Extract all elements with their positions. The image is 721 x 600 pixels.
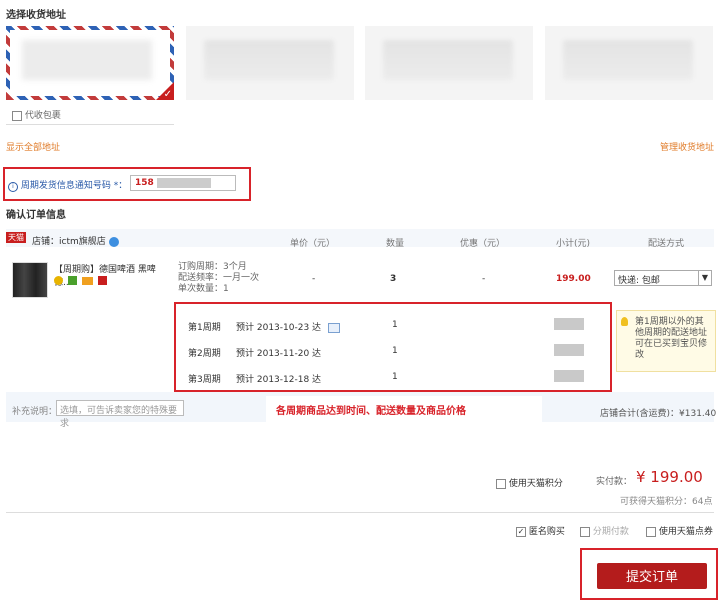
shop-total: 店铺合计(含运费)：¥131.40 — [600, 409, 717, 419]
shipping-select[interactable]: 快递: 包邮 ▼ — [614, 270, 712, 286]
points-earned: 可获得天猫积分：64点 — [620, 497, 713, 507]
tmall-badge: 天猫 — [6, 232, 26, 243]
return-icon — [67, 276, 77, 285]
col-unit-price: 单价（元） — [290, 239, 336, 249]
lightbulb-icon — [621, 317, 628, 326]
subtotal: 199.00 — [556, 274, 591, 284]
guarantee-icon — [54, 276, 63, 285]
discount: - — [482, 274, 486, 284]
cycle-2-price-redacted — [554, 344, 584, 356]
cycle-3-estimate: 预计 2013-12-18 达 — [236, 375, 322, 385]
anonymous-option[interactable]: 匿名购买 — [516, 524, 565, 537]
unit-price: - — [312, 274, 316, 284]
col-shipping: 配送方式 — [648, 239, 685, 249]
chevron-down-icon: ▼ — [698, 271, 711, 285]
address-section-title: 选择收货地址 — [6, 10, 66, 21]
col-quantity: 数量 — [386, 239, 405, 249]
order-section-title: 确认订单信息 — [6, 210, 66, 221]
invoice-icon — [97, 276, 107, 285]
cycle-tip-box: 第1周期以外的其他周期的配送地址可在已买到宝贝修改 — [616, 310, 716, 372]
installment-option[interactable]: 分期付款 — [580, 524, 629, 537]
cycle-info: 订购周期：3个月 配送频率：一月一次 单次数量：1 — [178, 262, 260, 294]
address-card-4[interactable] — [545, 26, 713, 100]
calendar-icon[interactable] — [327, 322, 340, 333]
selected-check-icon: ✓ — [156, 82, 174, 100]
info-icon: i — [8, 182, 18, 192]
note-input[interactable]: 选填，可告诉卖家您的特殊要求 — [56, 400, 184, 429]
col-discount: 优惠（元） — [460, 239, 506, 249]
cycle-1-estimate[interactable]: 预计 2013-10-23 达 — [236, 320, 340, 333]
cycle-3-price-redacted — [554, 370, 584, 382]
annotation-text: 各周期商品达到时间、配送数量及商品价格 — [276, 406, 466, 417]
cycle-3-qty: 1 — [392, 372, 398, 382]
actual-pay-label: 实付款： — [596, 477, 633, 487]
product-service-icons — [54, 276, 107, 288]
show-all-addresses-link[interactable]: 显示全部地址 — [6, 140, 60, 153]
coupon-checkbox[interactable] — [646, 526, 656, 537]
cycle-3-period: 第3周期 — [188, 375, 221, 385]
notify-label: i 周期发货信息通知号码 *： — [8, 178, 127, 192]
credit-card-icon — [81, 277, 93, 285]
product-thumbnail[interactable] — [12, 262, 48, 298]
coupon-option[interactable]: 使用天猫点券 — [646, 524, 713, 537]
col-subtotal: 小计(元) — [556, 239, 591, 249]
address-card-2[interactable] — [186, 26, 354, 100]
cycle-1-qty: 1 — [392, 320, 398, 330]
cycle-2-qty: 1 — [392, 346, 398, 356]
address-card-selected[interactable]: ✓ — [6, 26, 174, 100]
cycle-2-estimate: 预计 2013-11-20 达 — [236, 349, 322, 359]
address-card-3[interactable] — [365, 26, 533, 100]
cycle-1-period: 第1周期 — [188, 323, 221, 333]
notify-phone-input[interactable]: 158 — [130, 175, 236, 191]
installment-checkbox[interactable] — [580, 526, 590, 537]
wangwang-chat-icon[interactable] — [108, 236, 119, 247]
proxy-receive-option[interactable]: 代收包裹 — [12, 108, 61, 121]
actual-pay-value: ¥ 199.00 — [636, 468, 703, 486]
manage-addresses-link[interactable]: 管理收货地址 — [660, 140, 714, 153]
use-points-checkbox[interactable] — [496, 478, 506, 489]
note-label: 补充说明： — [12, 407, 58, 417]
proxy-receive-checkbox[interactable] — [12, 110, 22, 121]
cycle-1-price-redacted — [554, 318, 584, 330]
anonymous-checkbox[interactable] — [516, 526, 526, 537]
quantity: 3 — [390, 274, 397, 284]
submit-order-button[interactable]: 提交订单 — [597, 563, 707, 589]
use-points-option[interactable]: 使用天猫积分 — [496, 476, 563, 489]
cycle-2-period: 第2周期 — [188, 349, 221, 359]
shop-name[interactable]: 店铺：ictm旗舰店 — [32, 234, 119, 247]
